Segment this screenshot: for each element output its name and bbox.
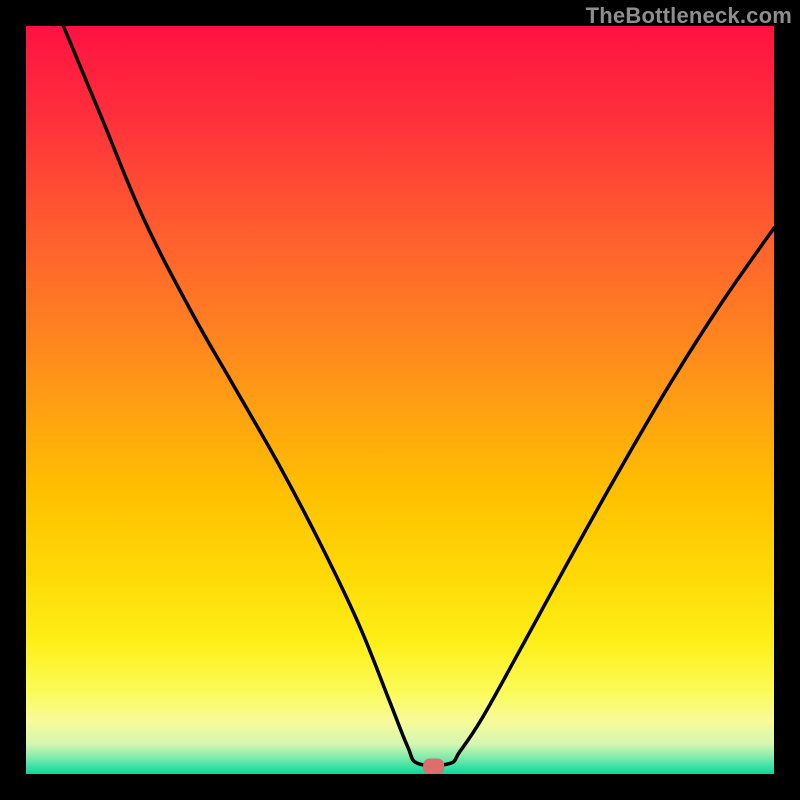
optimal-point-marker [424,759,444,774]
bottleneck-chart [0,0,800,800]
watermark-text: TheBottleneck.com [586,3,792,29]
